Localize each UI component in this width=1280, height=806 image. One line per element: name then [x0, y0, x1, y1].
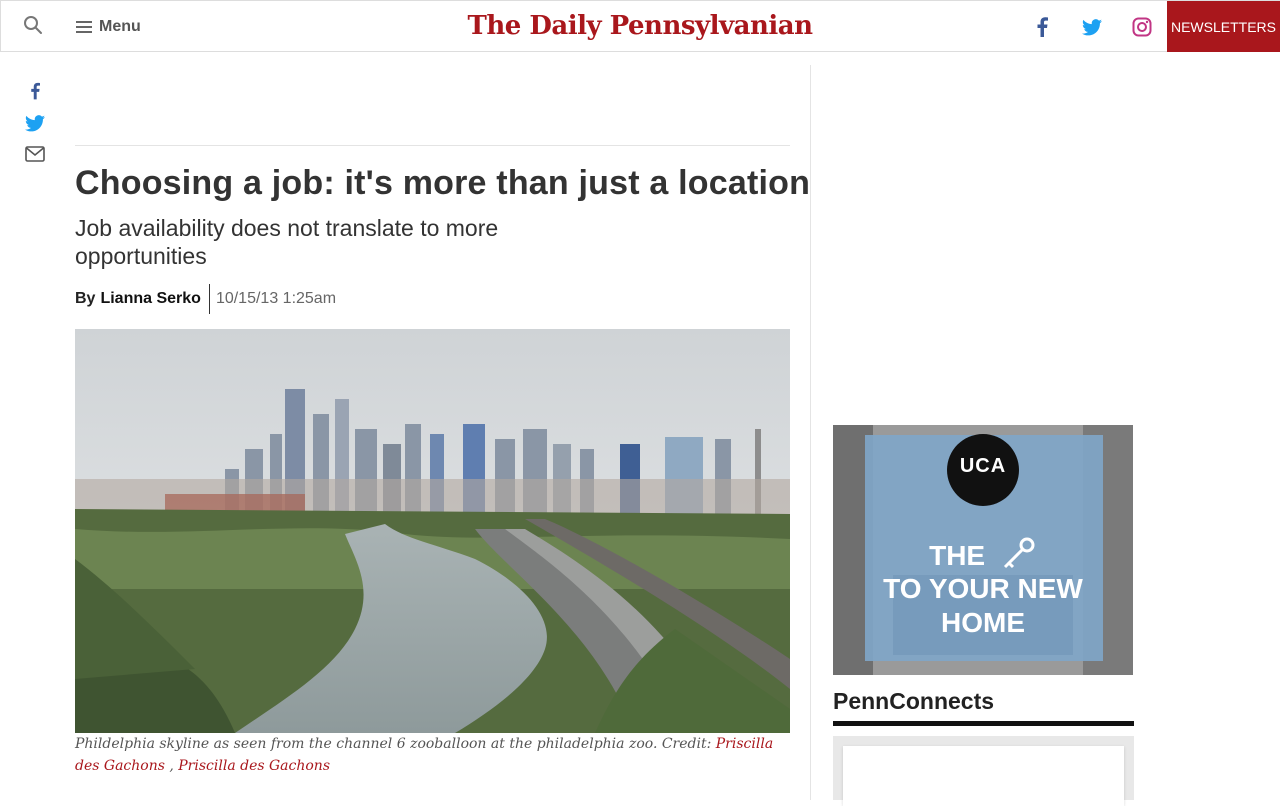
- ad-divider-rule: [75, 145, 790, 146]
- photo-caption: Phildelphia skyline as seen from the cha…: [75, 733, 790, 777]
- share-email-button[interactable]: [24, 143, 46, 165]
- share-twitter-button[interactable]: [24, 112, 46, 134]
- facebook-icon: [31, 82, 40, 100]
- share-facebook-button[interactable]: [24, 80, 46, 102]
- city-skyline-image: [75, 329, 790, 733]
- top-nav-bar: Menu The Daily Pennsylvanian NEWSLETTERS: [0, 0, 1280, 52]
- site-logo[interactable]: The Daily Pennsylvanian: [468, 11, 813, 41]
- pennconnects-rule: [833, 721, 1134, 726]
- pennconnects-heading: PennConnects: [833, 688, 995, 714]
- article-photo[interactable]: [75, 329, 790, 733]
- article-headline: Choosing a job: it's more than just a lo…: [75, 164, 811, 202]
- caption-text: Phildelphia skyline as seen from the cha…: [75, 736, 716, 752]
- credit-separator: ,: [164, 758, 179, 774]
- header-instagram-link[interactable]: [1130, 15, 1154, 39]
- search-button[interactable]: [23, 15, 45, 37]
- sidebar-advertisement[interactable]: UCA THE TO YOUR NEW HOME: [833, 425, 1133, 675]
- menu-icon: [76, 21, 92, 33]
- author-link[interactable]: Lianna Serko: [100, 290, 200, 308]
- ad-line-2: TO YOUR NEW: [883, 573, 1083, 604]
- ad-line-1-text: THE: [929, 539, 986, 571]
- pennconnects-widget: [833, 736, 1134, 806]
- byline-separator: [208, 284, 210, 314]
- facebook-icon: [1037, 17, 1048, 37]
- ad-logo-text: UCA: [959, 455, 1007, 477]
- byline-prefix: By: [75, 290, 96, 307]
- column-divider: [810, 65, 811, 800]
- menu-button[interactable]: Menu: [76, 15, 141, 39]
- photo-credit-link-2[interactable]: Priscilla des Gachons: [178, 758, 330, 774]
- ad-line-3: HOME: [941, 607, 1025, 638]
- twitter-icon: [25, 114, 45, 131]
- search-icon: [24, 16, 42, 34]
- byline: By Lianna Serko 10/15/13 1:25am: [75, 284, 336, 314]
- newsletters-button[interactable]: NEWSLETTERS: [1167, 1, 1280, 52]
- pennconnects-card[interactable]: [843, 746, 1124, 806]
- email-icon: [25, 146, 45, 162]
- twitter-icon: [1082, 18, 1102, 35]
- publish-date: 10/15/13 1:25am: [215, 290, 337, 307]
- header-facebook-link[interactable]: [1030, 15, 1054, 39]
- header-twitter-link[interactable]: [1080, 15, 1104, 39]
- menu-label: Menu: [99, 18, 141, 35]
- article-subheadline: Job availability does not translate to m…: [75, 215, 499, 269]
- instagram-icon: [1132, 17, 1152, 37]
